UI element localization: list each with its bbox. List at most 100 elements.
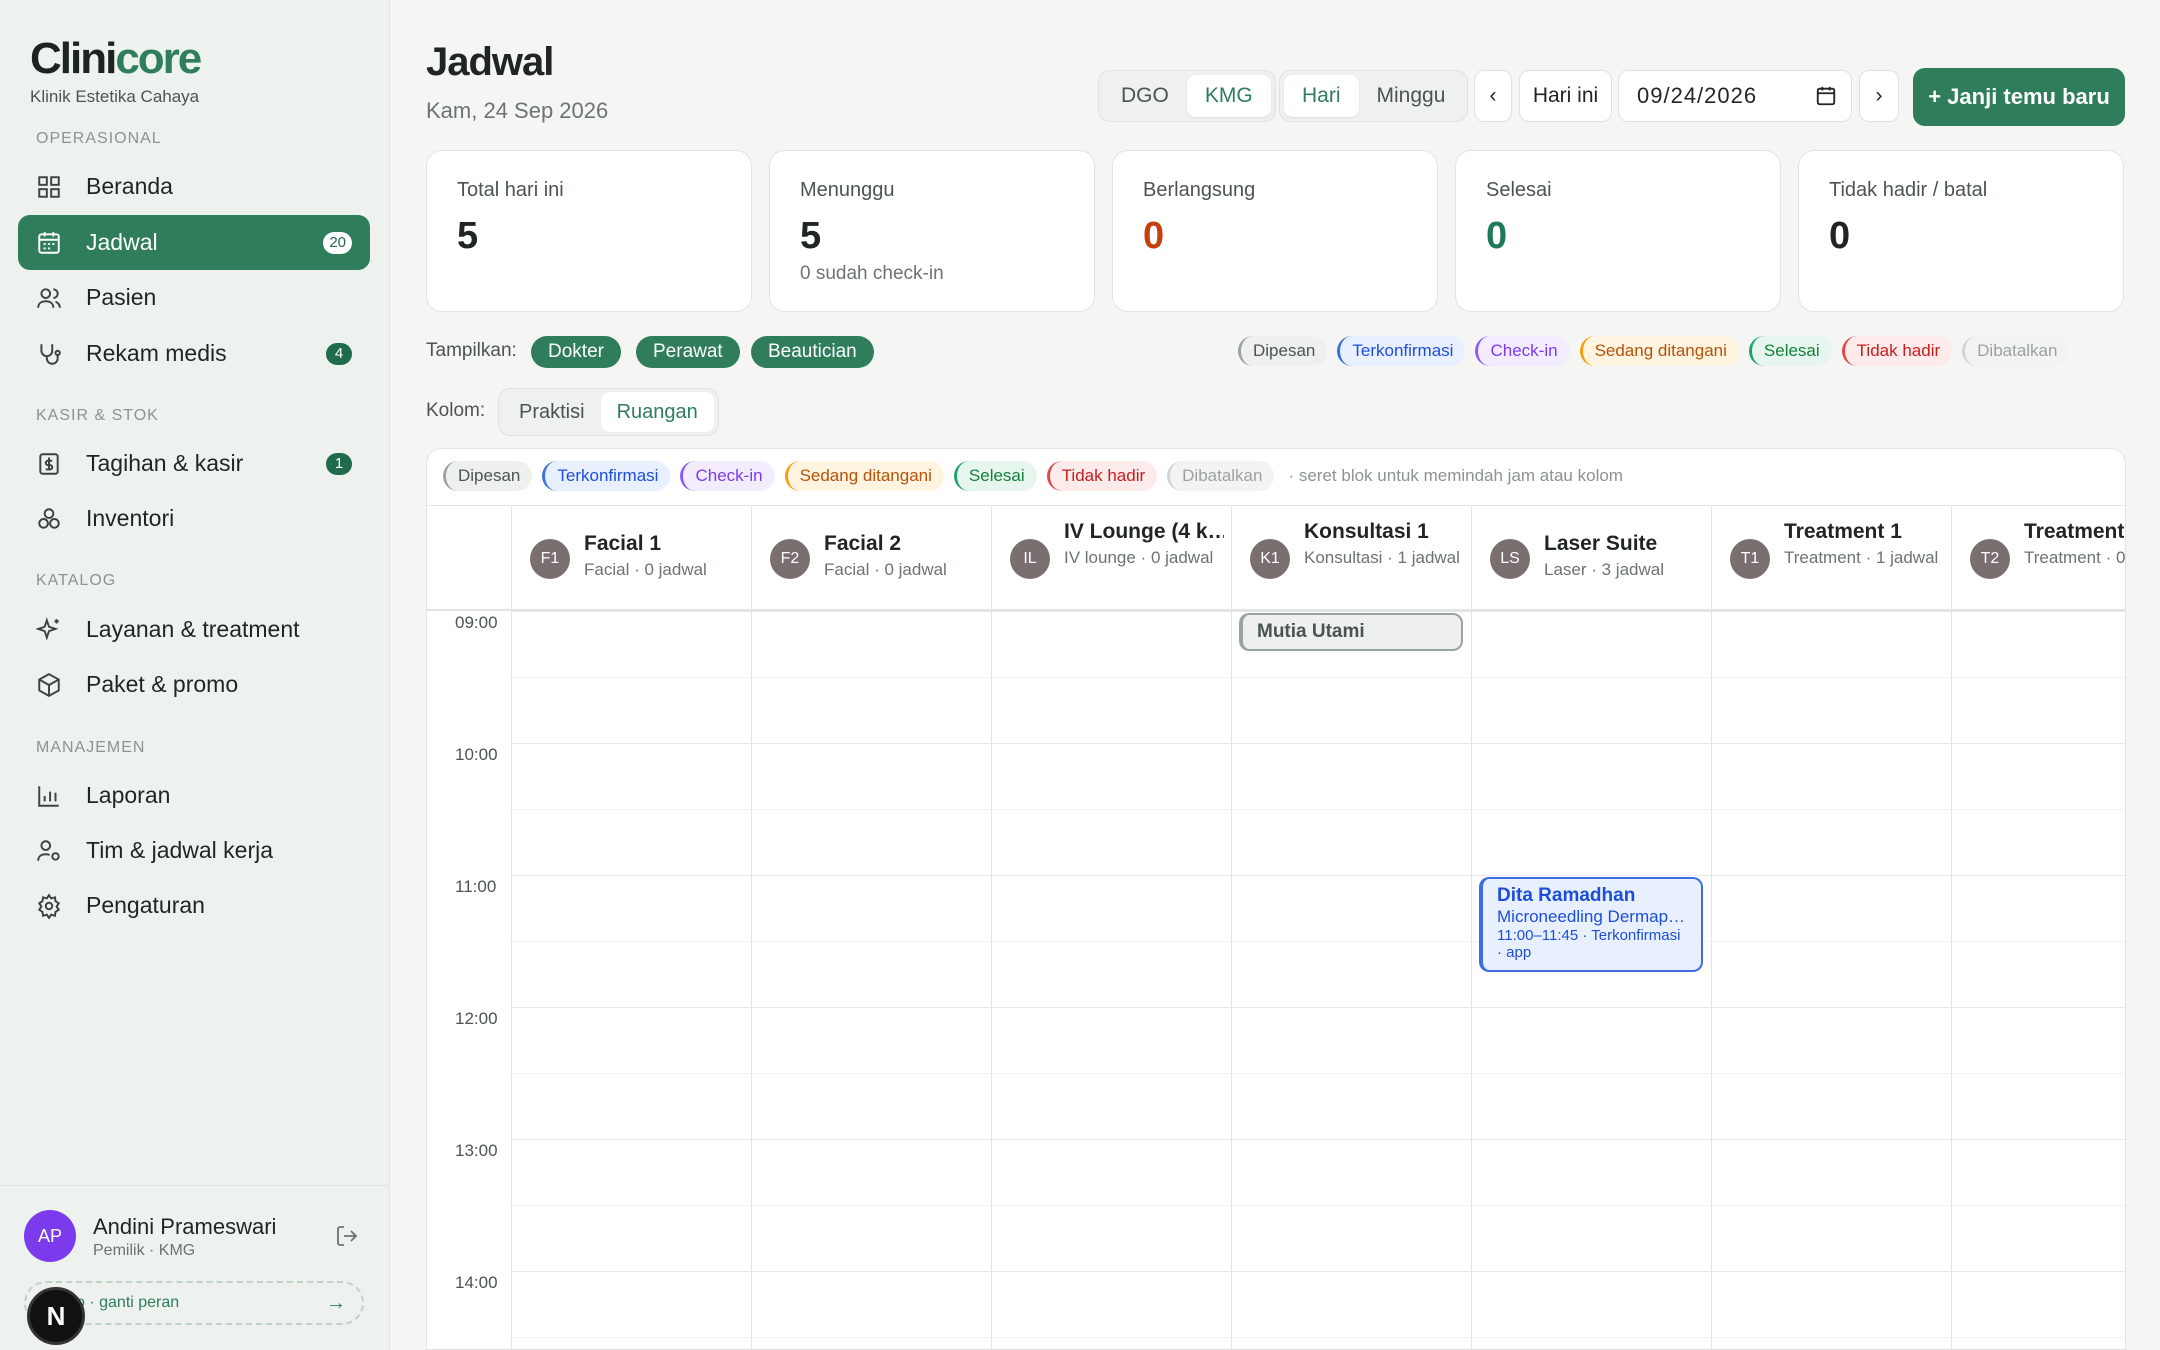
- calendar-grid[interactable]: 09:00 10:00 11:00 12:00 13:00 14:00 Mutia Utam…: [427, 611, 2125, 1349]
- sidebar-item-label: Pengaturan: [86, 892, 205, 918]
- patient-name: Mutia Utami: [1257, 621, 1365, 642]
- branch-kmg[interactable]: KMG: [1186, 75, 1271, 117]
- stat-label: Total hari ini: [457, 179, 564, 201]
- half-hour-line: [511, 809, 2125, 810]
- next-day-button[interactable]: ›: [1859, 70, 1899, 122]
- kolom-praktisi[interactable]: Praktisi: [503, 392, 601, 432]
- package-icon: [38, 672, 60, 697]
- column-divider: [1711, 611, 1712, 1349]
- view-switch: Hari Minggu: [1279, 70, 1469, 122]
- sidebar-item-beranda[interactable]: Beranda: [18, 159, 370, 214]
- stat-sub: 0 sudah check-in: [800, 263, 944, 284]
- appointment-block[interactable]: Mutia Utami: [1239, 613, 1463, 651]
- column-header[interactable]: K1 Konsultasi 1 Konsultasi · 1 jadwal: [1231, 506, 1471, 612]
- appointment-block[interactable]: Dita Ramadhan Microneedling Dermap… 11:00–…: [1479, 877, 1703, 972]
- stat-label: Berlangsung: [1143, 179, 1256, 201]
- boxes-icon: [38, 507, 60, 529]
- sidebar-item-label: Layanan & treatment: [86, 616, 300, 642]
- stat-selesai: Selesai 0: [1455, 150, 1781, 312]
- column-header[interactable]: F1 Facial 1 Facial · 0 jadwal: [511, 506, 751, 612]
- sidebar-item-inventori[interactable]: Inventori: [18, 491, 370, 546]
- today-button[interactable]: Hari ini: [1519, 70, 1612, 122]
- drag-hint: · seret blok untuk memindah jam atau kol…: [1288, 466, 1623, 485]
- status-chip-dipesan: Dipesan: [443, 461, 533, 491]
- view-hari[interactable]: Hari: [1284, 75, 1359, 117]
- status-chip-sedang-ditangani: Sedang ditangani: [1579, 336, 1739, 366]
- column-desc: Facial · 0 jadwal: [584, 560, 707, 579]
- column-divider: [1231, 611, 1232, 1349]
- switch-role-label: o · ganti peran: [76, 1294, 180, 1311]
- column-name: Treatment 1: [1784, 520, 1902, 543]
- calendar: Dipesan Terkonfirmasi Check-in Sedang ditan…: [426, 448, 2126, 1350]
- status-chip-terkonfirmasi: Terkonfirmasi: [1337, 336, 1466, 366]
- filter-perawat[interactable]: Perawat: [636, 336, 740, 368]
- patient-name: Dita Ramadhan: [1497, 885, 1636, 906]
- stat-menunggu: Menunggu 5 0 sudah check-in: [769, 150, 1095, 312]
- stat-total: Total hari ini 5: [426, 150, 752, 312]
- calendar-picker-icon[interactable]: [1815, 85, 1837, 107]
- sidebar: Clinicore Klinik Estetika Cahaya OPERASI…: [0, 0, 390, 1350]
- count-badge: 1: [326, 452, 352, 475]
- column-avatar: LS: [1490, 539, 1530, 579]
- sidebar-item-tim[interactable]: Tim & jadwal kerja: [18, 823, 370, 878]
- sidebar-item-paket[interactable]: Paket & promo: [18, 657, 370, 712]
- kolom-label: Kolom:: [426, 400, 486, 421]
- avatar[interactable]: AP: [24, 1210, 76, 1262]
- sidebar-item-rekam-medis[interactable]: Rekam medis 4: [18, 326, 370, 381]
- status-chip-dibatalkan: Dibatalkan: [1962, 336, 2070, 366]
- column-name: Laser Suite: [1544, 532, 1658, 555]
- sidebar-item-label: Inventori: [86, 505, 175, 531]
- status-chip-terkonfirmasi: Terkonfirmasi: [542, 461, 671, 491]
- half-hour-line: [511, 677, 2125, 678]
- filter-dokter[interactable]: Dokter: [531, 336, 621, 368]
- branch-dgo[interactable]: DGO: [1103, 75, 1187, 117]
- column-avatar: IL: [1010, 539, 1050, 579]
- column-desc: Facial · 0 jadwal: [824, 560, 947, 579]
- status-chip-tidak-hadir: Tidak hadir: [1046, 461, 1158, 491]
- column-desc: Treatment · 1 jadwal: [1784, 548, 1939, 567]
- users-icon: [37, 287, 61, 308]
- prev-day-button[interactable]: ‹: [1474, 70, 1512, 122]
- column-name: Treatment: [2024, 520, 2125, 543]
- calendar-legend: Dipesan Terkonfirmasi Check-in Sedang ditan…: [443, 461, 1623, 491]
- sidebar-item-layanan[interactable]: Layanan & treatment: [18, 602, 370, 657]
- column-desc: Laser · 3 jadwal: [1544, 560, 1665, 579]
- date-value: 09/24/2026: [1637, 83, 1758, 108]
- kolom-ruangan[interactable]: Ruangan: [600, 392, 714, 432]
- user-panel: AP Andini Prameswari Pemilik · KMG o · g…: [0, 1185, 389, 1350]
- view-minggu[interactable]: Minggu: [1359, 75, 1464, 117]
- sidebar-item-pengaturan[interactable]: Pengaturan: [18, 878, 370, 933]
- column-divider: [1951, 611, 1952, 1349]
- column-name: Konsultasi 1: [1304, 520, 1429, 543]
- sidebar-item-pasien[interactable]: Pasien: [18, 270, 370, 325]
- stat-berlangsung: Berlangsung 0: [1112, 150, 1438, 312]
- half-hour-line: [511, 1337, 2125, 1338]
- filter-beautician[interactable]: Beautician: [751, 336, 874, 368]
- sidebar-item-label: Beranda: [86, 173, 173, 199]
- new-appointment-button[interactable]: + Janji temu baru: [1913, 68, 2125, 126]
- column-header[interactable]: LS Laser Suite Laser · 3 jadwal: [1471, 506, 1711, 612]
- hour-line: [511, 1007, 2125, 1008]
- sidebar-item-jadwal[interactable]: Jadwal 20: [18, 215, 370, 270]
- app-logo[interactable]: Clinicore: [30, 34, 202, 84]
- column-desc: IV lounge · 0 jadwal: [1064, 548, 1214, 567]
- logout-icon[interactable]: [335, 1224, 359, 1248]
- user-name: Andini Prameswari: [93, 1214, 277, 1239]
- hour-line: [511, 611, 2125, 612]
- dev-badge[interactable]: N: [27, 1287, 85, 1345]
- column-header[interactable]: T1 Treatment 1 Treatment · 1 jadwal: [1711, 506, 1951, 612]
- column-name: IV Lounge (4 k…: [1064, 520, 1224, 543]
- stat-value: 0: [1829, 215, 1851, 257]
- column-divider: [1471, 611, 1472, 1349]
- column-header[interactable]: T2 Treatment Treatment · 0 jadwal: [1951, 506, 2125, 612]
- sidebar-item-tagihan[interactable]: Tagihan & kasir 1: [18, 436, 370, 491]
- sidebar-item-laporan[interactable]: Laporan: [18, 768, 370, 823]
- column-header[interactable]: IL IV Lounge (4 k… IV lounge · 0 jadwal: [991, 506, 1231, 612]
- date-input[interactable]: 09/24/2026: [1618, 70, 1852, 122]
- sparkle-icon: [36, 616, 59, 641]
- status-chip-selesai: Selesai: [953, 461, 1037, 491]
- column-header[interactable]: F2 Facial 2 Facial · 0 jadwal: [751, 506, 991, 612]
- section-katalog: KATALOG: [36, 572, 117, 589]
- stat-tidak-hadir: Tidak hadir / batal 0: [1798, 150, 2124, 312]
- column-name: Facial 1: [584, 532, 662, 555]
